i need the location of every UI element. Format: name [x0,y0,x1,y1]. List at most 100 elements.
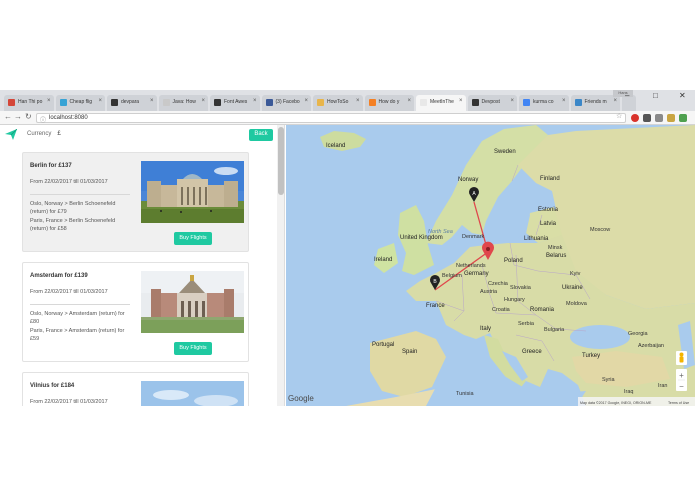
route-price: Oslo, Norway > Berlin Schoenefeld (retur… [30,201,116,215]
tab-close-icon[interactable]: × [510,98,514,104]
tab-close-icon[interactable]: × [459,98,463,104]
tab-label: Cheap flig [69,99,93,105]
extension-icon[interactable] [643,114,651,122]
zoom-in-button[interactable]: + [679,371,684,380]
address-bar: ← → ↻ ⓘ localhost:8080 ☆ [0,111,695,125]
label-france: France [426,303,445,309]
adblock-icon[interactable] [631,114,639,122]
label-serbia: Serbia [518,321,535,327]
tab-favicon-icon [420,99,427,106]
label-belarus: Belarus [546,253,566,259]
label-kyiv: Kyiv [570,271,581,277]
map-view[interactable]: A B Iceland Sweden Finland Norway Estoni… [286,125,695,406]
tab-close-icon[interactable]: × [562,98,566,104]
tab-close-icon[interactable]: × [150,98,154,104]
reload-icon[interactable]: ↻ [25,112,32,121]
concertgebouw-photo [141,271,244,333]
currency-selector[interactable]: Currency £ [27,131,61,137]
date-range: From 22/02/2017 till 01/03/2017 [30,399,108,405]
tab-favicon-icon [317,99,324,106]
currency-label: Currency [27,131,52,137]
browser-tab[interactable]: Devpost × [467,95,517,111]
tab-close-icon[interactable]: × [98,98,102,104]
tab-label: kurma co [533,99,554,105]
browser-tab[interactable]: HowToSo × [313,95,363,111]
label-romania: Romania [530,307,555,313]
results-scrollbar[interactable] [277,125,284,406]
close-window-icon[interactable]: ✕ [679,91,686,100]
tab-favicon-icon [471,99,479,106]
label-north-sea: North Sea [428,229,453,235]
window-controls: – □ ✕ [611,90,691,104]
back-arrow-icon[interactable]: ← [4,112,12,121]
route-price: Oslo, Norway > Amsterdam (return) for £8… [30,311,125,325]
extension-icon[interactable] [655,114,663,122]
label-lithuania: Lithuania [524,236,549,242]
divider [30,304,130,305]
label-moldova: Moldova [566,301,588,307]
browser-tab[interactable]: Font Awes × [210,95,260,111]
label-denmark: Denmark [462,234,485,240]
browser-tab[interactable]: (3) Facebo × [261,95,311,111]
label-finland: Finland [540,176,560,182]
buy-flights-button[interactable]: Buy Flights [174,342,212,355]
label-latvia: Latvia [540,221,557,227]
tab-close-icon[interactable]: × [356,98,360,104]
label-ukraine: Ukraine [562,285,583,291]
scrollbar-thumb[interactable] [278,127,284,195]
divider [30,194,130,195]
label-bulgaria: Bulgaria [544,327,565,333]
terms-link[interactable]: Terms of Use [668,401,689,405]
browser-tab[interactable]: MeetInThe × [416,95,466,111]
maximize-icon[interactable]: □ [653,91,658,100]
tab-favicon-icon [523,99,530,106]
browser-tab[interactable]: devpara × [107,95,157,111]
extension-icon[interactable] [667,114,675,122]
forward-arrow-icon[interactable]: → [14,112,22,121]
browser-tab[interactable]: How do y × [364,95,414,111]
destination-title: Berlin for £137 [30,163,72,169]
tab-label: Font Awes [224,99,248,105]
tab-close-icon[interactable]: × [407,98,411,104]
browser-tab[interactable]: Han Thi po × [4,95,54,111]
zoom-out-button[interactable]: − [679,382,684,391]
browser-tab[interactable]: Java: How × [158,95,208,111]
back-button[interactable]: Back [249,129,273,141]
label-hungary: Hungary [504,297,525,303]
google-logo: Google [288,394,314,403]
tab-favicon-icon [368,99,376,106]
tab-favicon-icon [162,99,170,106]
tab-label: Friends m [584,99,607,105]
bookmark-star-icon[interactable]: ☆ [616,112,622,120]
extension-icon[interactable] [679,114,687,122]
label-greece: Greece [522,349,542,355]
label-italy: Italy [480,326,491,332]
info-icon[interactable]: ⓘ [40,115,46,124]
tab-close-icon[interactable]: × [201,98,205,104]
minimize-icon[interactable]: – [625,91,629,100]
route-price: Paris, France > Amsterdam (return) for £… [30,328,125,342]
browser-tab[interactable]: Cheap flig × [55,95,105,111]
paper-plane-icon[interactable] [5,129,17,140]
label-iceland: Iceland [326,143,345,149]
tab-favicon-icon [574,99,582,106]
url-input[interactable]: ⓘ localhost:8080 [36,113,626,124]
label-syria: Syria [602,377,615,383]
tab-close-icon[interactable]: × [304,98,308,104]
black-sea [570,325,630,349]
tab-close-icon[interactable]: × [47,98,51,104]
tab-close-icon[interactable]: × [253,98,257,104]
label-iran: Iran [658,383,667,389]
browser-tab[interactable]: kurma co × [519,95,569,111]
buy-flights-button[interactable]: Buy Flights [174,232,212,245]
pegman-icon[interactable] [676,351,687,365]
route-price: Paris, France > Berlin Schoenefeld (retu… [30,218,116,232]
label-germany: Germany [464,271,489,277]
tab-label: Java: How [172,99,196,105]
tab-favicon-icon [59,99,67,106]
tab-favicon-icon [265,99,273,106]
result-card: Amsterdam for £139 From 22/02/2017 till … [22,262,249,362]
tab-label: Devpost [481,99,500,105]
map-attribution: Map data ©2017 Google, INEGI, ORION-ME [580,401,652,405]
label-estonia: Estonia [538,207,559,213]
